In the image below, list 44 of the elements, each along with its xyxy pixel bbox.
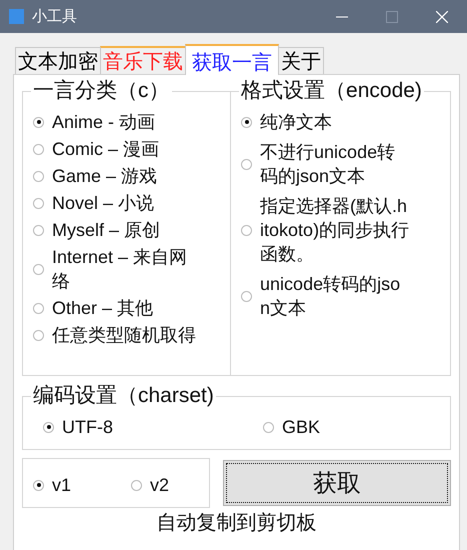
radio-label[interactable]: GBK [282,415,320,439]
fetch-button[interactable]: 获取 [223,460,451,506]
radio-button[interactable] [33,116,44,128]
radio-button[interactable] [241,158,252,170]
close-icon[interactable] [436,10,448,22]
radio-button[interactable] [33,198,44,208]
radio-label[interactable]: Myself – 原创 [52,218,202,242]
radio-button[interactable] [33,144,44,154]
radio-label[interactable]: Game – 游戏 [52,164,202,188]
radio-button[interactable] [131,480,142,490]
radio-button[interactable] [263,422,274,432]
tab[interactable]: 关于 [278,47,324,74]
radio-button[interactable] [33,264,44,274]
radio-label[interactable]: Anime - 动画 [52,110,202,134]
radio-label[interactable]: 任意类型随机取得 [52,323,202,347]
tab[interactable]: 文本加密 [15,47,101,74]
radio-label[interactable]: unicode转码的json文本 [260,272,410,320]
radio-label[interactable]: 纯净文本 [260,110,410,134]
radio-label[interactable]: 指定选择器(默认.hitokoto)的同步执行函数。 [260,194,410,266]
radio-label[interactable]: Internet – 来自网络 [52,245,202,293]
group-title: 格式设置（encode) [239,78,424,104]
radio-button[interactable] [241,290,252,302]
radio-label[interactable]: v1 [52,473,72,497]
radio-label[interactable]: v2 [150,473,170,497]
window-title: 小工具 [32,7,78,26]
tab[interactable]: 获取一言 [185,44,279,75]
group-title: 一言分类（c） [31,78,172,104]
radio-label[interactable]: Comic – 漫画 [52,137,202,161]
radio-label[interactable]: UTF-8 [62,415,113,439]
radio-button[interactable] [241,116,252,128]
radio-label[interactable]: 不进行unicode转码的json文本 [260,140,410,188]
radio-button[interactable] [33,330,44,340]
app-icon [9,9,24,24]
radio-label[interactable]: Novel – 小说 [52,191,202,215]
radio-button[interactable] [33,480,44,490]
group-title: 编码设置（charset) [31,383,216,409]
auto-copy-label: 自动复制到剪切板 [156,511,318,535]
maximize-icon[interactable] [386,10,398,22]
radio-button[interactable] [33,302,44,314]
radio-button[interactable] [33,170,44,182]
radio-button[interactable] [33,224,44,236]
radio-label[interactable]: Other – 其他 [52,296,202,320]
radio-button[interactable] [241,224,252,236]
radio-button[interactable] [43,422,54,432]
